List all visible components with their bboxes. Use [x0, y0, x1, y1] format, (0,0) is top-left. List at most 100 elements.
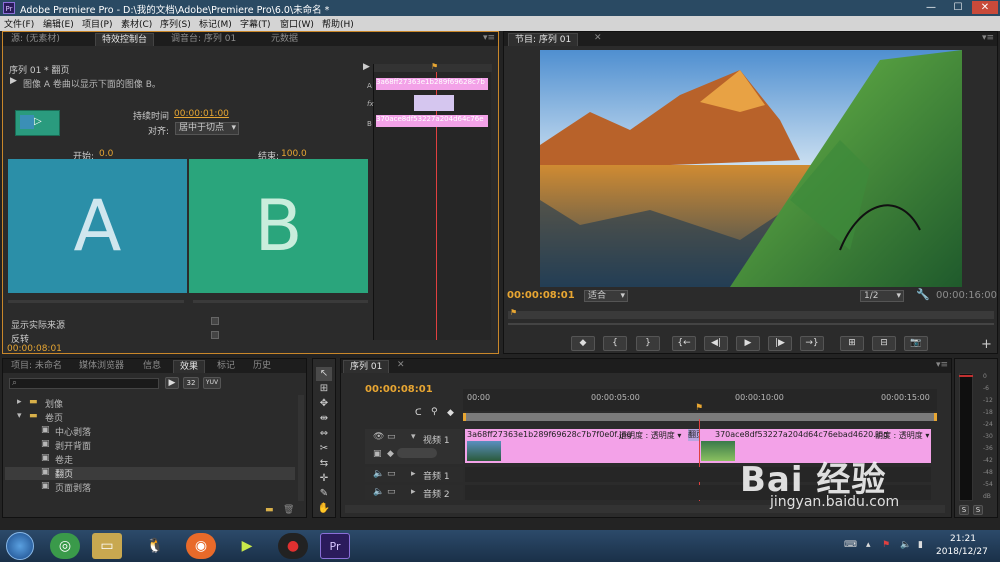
360-browser-icon[interactable]: ◎ — [50, 533, 80, 559]
align-dropdown[interactable]: 居中于切点 ▾ — [175, 122, 239, 135]
rate-stretch-tool[interactable]: ⇔ — [316, 427, 332, 441]
effect-timecode[interactable]: 00:00:08:01 — [7, 344, 62, 354]
program-scrub-bar[interactable] — [508, 311, 994, 319]
duration-value[interactable]: 00:00:01:00 — [174, 109, 229, 119]
close-tab-icon[interactable]: ✕ — [594, 33, 602, 43]
go-to-in-button[interactable]: {← — [672, 336, 696, 351]
fit-dropdown[interactable]: 适合 ▾ — [584, 290, 628, 302]
32bit-effects-badge[interactable]: 32 — [183, 377, 199, 389]
effects-search-input[interactable]: ⌕ — [9, 378, 159, 389]
tab-project[interactable]: 项目: 未命名 — [5, 360, 68, 373]
mark-out-button[interactable]: } — [636, 336, 660, 351]
camtasia-icon[interactable]: ▶ — [232, 533, 262, 559]
premiere-taskbar-icon[interactable]: Pr — [320, 533, 350, 559]
tree-item-page-turn[interactable]: ▣ 翻页 — [5, 467, 295, 480]
clip2-opacity[interactable]: 明度 : 透明度 ▾ — [875, 430, 929, 441]
ripple-edit-tool[interactable]: ✥ — [316, 397, 332, 411]
lock-icon[interactable]: ▭ — [387, 469, 396, 479]
lock-icon[interactable]: ▭ — [387, 432, 396, 442]
timeline-playhead-icon[interactable]: ⚑ — [695, 403, 703, 413]
start-button[interactable] — [6, 532, 34, 560]
eye-icon[interactable]: 👁 — [373, 432, 384, 442]
reverse-checkbox[interactable] — [211, 331, 219, 339]
close-tab-icon[interactable]: ✕ — [397, 360, 405, 370]
slide-tool[interactable]: ✛ — [316, 472, 332, 486]
menu-edit[interactable]: 编辑(E) — [43, 17, 74, 30]
menu-title[interactable]: 字幕(T) — [240, 17, 271, 30]
hand-tool[interactable]: ✋ — [316, 502, 332, 516]
export-frame-button[interactable]: 📷 — [904, 336, 928, 351]
program-timecode-current[interactable]: 00:00:08:01 — [507, 290, 575, 301]
playhead-marker-icon[interactable]: ⚑ — [431, 62, 438, 71]
razor-tool[interactable]: ✂ — [316, 442, 332, 456]
selection-tool[interactable]: ↖ — [316, 367, 332, 381]
end-value[interactable]: 100.0 — [281, 149, 307, 159]
marker-icon[interactable]: ⚲ — [431, 407, 438, 417]
set-marker-icon[interactable]: ◆ — [447, 408, 454, 418]
tab-history[interactable]: 历史 — [247, 360, 277, 373]
qq-icon[interactable]: 🐧 — [140, 533, 170, 559]
menu-project[interactable]: 项目(P) — [82, 17, 112, 30]
tree-item-page-peel[interactable]: ▣ 页面剥落 — [5, 481, 295, 494]
panel-menu-icon[interactable]: ▾≡ — [936, 360, 948, 370]
clip1-opacity[interactable]: 透明度 : 透明度 ▾ — [619, 430, 681, 441]
yuv-effects-badge[interactable]: YUV — [203, 377, 221, 389]
keyframe-nav[interactable] — [397, 448, 437, 458]
clock-time[interactable]: 21:21 — [950, 534, 976, 544]
firefox-icon[interactable]: ◉ — [186, 533, 216, 559]
tab-info[interactable]: 信息 — [137, 360, 167, 373]
network-icon[interactable]: ⚑ — [882, 540, 890, 550]
display-style-icon[interactable]: ▣ — [373, 449, 382, 459]
accelerated-effects-icon[interactable]: ▶ — [165, 377, 179, 389]
mark-in-button[interactable]: { — [603, 336, 627, 351]
play-triangle-icon[interactable]: ▶ — [363, 62, 370, 72]
keyframe-icon[interactable]: ◆ — [387, 449, 394, 459]
tray-arrow-icon[interactable]: ▴ — [866, 540, 871, 550]
resolution-dropdown[interactable]: 1/2 ▾ — [860, 290, 904, 302]
play-button[interactable]: ▶ — [736, 336, 760, 351]
mini-transition[interactable] — [414, 95, 454, 111]
tab-metadata[interactable]: 元数据 — [265, 33, 304, 46]
solo-left-button[interactable]: S — [959, 505, 969, 515]
close-button[interactable]: ✕ — [972, 1, 998, 14]
add-marker-button[interactable]: ◆ — [571, 336, 595, 351]
battery-icon[interactable]: ▮ — [918, 540, 923, 550]
slider-end[interactable] — [193, 300, 368, 303]
start-value[interactable]: 0.0 — [99, 149, 113, 159]
menu-file[interactable]: 文件(F) — [4, 17, 34, 30]
lock-icon[interactable]: ▭ — [387, 487, 396, 497]
effects-scrollbar[interactable] — [298, 395, 304, 501]
solo-right-button[interactable]: S — [973, 505, 983, 515]
menu-window[interactable]: 窗口(W) — [280, 17, 314, 30]
tree-item-roll-away[interactable]: ▣ 卷走 — [5, 453, 295, 466]
expand-arrow-icon[interactable]: ▸ — [411, 487, 416, 497]
speaker-icon[interactable]: 🔈 — [373, 469, 384, 479]
collapse-arrow-icon[interactable]: ▾ — [411, 432, 416, 442]
expand-arrow-icon[interactable]: ▸ — [411, 469, 416, 479]
play-preview-icon[interactable]: ▶ — [10, 76, 17, 86]
zoom-scroll[interactable] — [508, 323, 994, 325]
tree-folder-page-peel[interactable]: ▾ ▬ 卷页 — [5, 411, 295, 424]
slip-tool[interactable]: ⇆ — [316, 457, 332, 471]
tree-item-center-peel[interactable]: ▣ 中心剥落 — [5, 425, 295, 438]
minimize-button[interactable]: — — [918, 1, 944, 14]
step-forward-button[interactable]: |▶ — [768, 336, 792, 351]
panel-menu-icon[interactable]: ▾≡ — [982, 33, 994, 43]
pen-tool[interactable]: ✎ — [316, 487, 332, 501]
tab-audio-mixer[interactable]: 调音台: 序列 01 — [165, 33, 242, 46]
tab-effect-controls[interactable]: 特效控制台 — [95, 33, 155, 46]
file-explorer-icon[interactable]: ▭ — [92, 533, 122, 559]
tab-media-browser[interactable]: 媒体浏览器 — [73, 360, 130, 373]
work-area-bar[interactable] — [463, 413, 937, 421]
menu-help[interactable]: 帮助(H) — [322, 17, 354, 30]
tab-program[interactable]: 节目: 序列 01 — [508, 33, 579, 46]
snap-icon[interactable]: ᑕ — [415, 408, 422, 418]
timeline-timecode[interactable]: 00:00:08:01 — [365, 384, 433, 395]
tab-source[interactable]: 源: (无素材) — [5, 33, 66, 46]
wrench-icon[interactable]: 🔧 — [916, 288, 930, 301]
keyboard-icon[interactable]: ⌨ — [844, 540, 857, 550]
lift-button[interactable]: ⊞ — [840, 336, 864, 351]
track-select-tool[interactable]: ⊞ — [316, 382, 332, 396]
program-playhead-icon[interactable]: ⚑ — [510, 308, 517, 317]
mini-clip-b[interactable]: 370ace8df53227a204d64c76e — [376, 115, 488, 127]
